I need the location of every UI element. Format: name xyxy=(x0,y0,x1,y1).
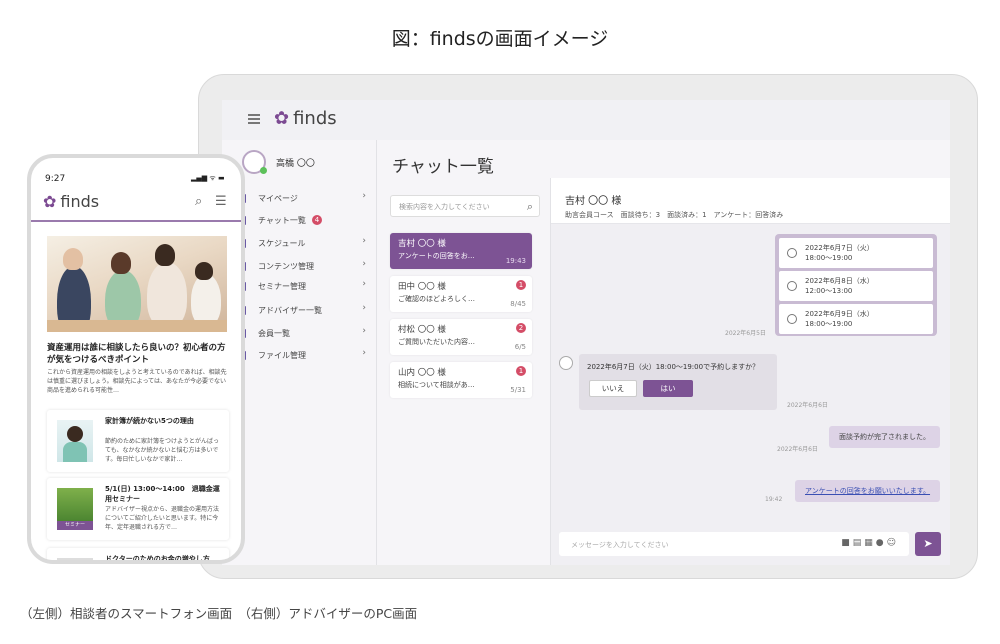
message-timestamp: 2022年6月6日 xyxy=(787,402,828,409)
article-card[interactable]: ドクターのためのお金の増やし方 xyxy=(47,548,229,563)
pc-screen: ✿ finds 高橋 〇〇 マイページ › チャット一覧 4 スケジュール › コンテ… xyxy=(222,100,950,565)
search-input[interactable]: 検索内容を入力してください ⌕ xyxy=(390,195,540,217)
radio-icon[interactable] xyxy=(787,281,797,291)
no-button[interactable]: いいえ xyxy=(589,380,637,397)
chat-partner-name: 吉村 〇〇 様 xyxy=(565,196,622,207)
article-card[interactable]: 家計簿が続かない5つの理由 節約のために家計簿をつけようとがんばっても、なかなか… xyxy=(47,410,229,472)
user-name: 高橋 〇〇 xyxy=(276,159,315,169)
finds-logo-icon: ✿ xyxy=(43,192,57,211)
sidebar-item-files[interactable]: ファイル管理 › xyxy=(236,344,366,366)
person-figure xyxy=(195,262,213,280)
person-figure xyxy=(111,252,131,274)
article-title[interactable]: 資産運用は誰に相談したら良いの？初心者の方が気をつけるべきポイント xyxy=(47,342,229,366)
card-thumbnail xyxy=(57,420,93,462)
card-title: 家計簿が続かない5つの理由 xyxy=(105,417,194,425)
finds-logo-icon: ✿ xyxy=(274,108,290,129)
chevron-right-icon: › xyxy=(362,259,366,269)
person-figure xyxy=(155,244,175,266)
avatar[interactable] xyxy=(242,150,267,174)
card-thumbnail: セミナー xyxy=(57,488,93,530)
article-card[interactable]: セミナー 5/1(日) 13:00〜14:00 退職金運用セミナー アドバイザー… xyxy=(47,478,229,540)
table xyxy=(47,320,227,332)
chevron-right-icon: › xyxy=(362,303,366,313)
person-figure xyxy=(63,248,83,270)
status-time: 9:27 xyxy=(45,174,66,184)
page-title: チャット一覧 xyxy=(392,157,494,177)
chat-list-item[interactable]: 吉村 〇〇 様 アンケートの回答をお… 19:43 xyxy=(390,233,532,269)
sidebar-item-mypage[interactable]: マイページ › xyxy=(236,187,366,209)
logo[interactable]: ✿ finds xyxy=(43,192,99,211)
status-icons: ▂▄▆ ᯤ ▬ xyxy=(191,174,225,182)
sidebar-item-chat[interactable]: チャット一覧 4 xyxy=(236,209,366,231)
person-figure xyxy=(147,262,187,328)
unread-count-badge: 1 xyxy=(516,280,526,290)
sidebar-item-seminar[interactable]: セミナー管理 › xyxy=(236,275,366,297)
document-icon[interactable]: ▤ xyxy=(853,538,865,548)
sidebar-item-schedule[interactable]: スケジュール › xyxy=(236,232,366,254)
sidebar: 高橋 〇〇 マイページ › チャット一覧 4 スケジュール › コンテンツ管理 › セミ… xyxy=(222,140,377,565)
chevron-right-icon: › xyxy=(362,279,366,289)
chat-pane: 吉村 〇〇 様 助言会員コース 面談待ち：3 面談済み：1 アンケート：回答済み… xyxy=(550,178,950,565)
menu-icon[interactable]: ☰ xyxy=(215,194,227,209)
radio-icon[interactable] xyxy=(787,314,797,324)
send-button[interactable]: ➤ xyxy=(915,532,941,556)
chat-list-item[interactable]: 村松 〇〇 様 ご質問いただいた内容… 2 6/5 xyxy=(390,319,532,355)
sidebar-item-members[interactable]: 会員一覧 › xyxy=(236,322,366,344)
unread-count-badge: 2 xyxy=(516,323,526,333)
card-body: アドバイザー視点から、退職金の運用方法についてご紹介したいと思います。特に今年、… xyxy=(105,506,220,531)
folder-icon[interactable]: ■ xyxy=(841,538,853,548)
message-timestamp: 19:42 xyxy=(765,496,783,503)
check-icon[interactable]: ● xyxy=(876,538,887,548)
chevron-right-icon: › xyxy=(362,348,366,358)
chevron-right-icon: › xyxy=(362,236,366,246)
menu-icon[interactable] xyxy=(248,114,260,124)
phone-frame: 9:27 ▂▄▆ ᯤ ▬ ✿ finds ⌕ ☰ 資産運用は誰に相談したら良いの… xyxy=(27,154,245,564)
person-figure xyxy=(67,426,83,442)
figure-caption: （左側）相談者のスマートフォン画面 （右側）アドバイザーのPC画面 xyxy=(20,606,418,621)
figure-title: 図：findsの画面イメージ xyxy=(391,28,609,50)
partner-avatar xyxy=(559,356,573,370)
radio-icon[interactable] xyxy=(787,248,797,258)
chat-partner-detail: 助言会員コース 面談待ち：3 面談済み：1 アンケート：回答済み xyxy=(565,211,784,219)
article-body: これから資産運用の相談をしようと考えているのであれば、相談先は慎重に選びましょう… xyxy=(47,369,227,394)
card-thumbnail xyxy=(57,558,93,560)
unread-count-badge: 1 xyxy=(516,366,526,376)
search-icon[interactable]: ⌕ xyxy=(527,200,533,214)
phone-header: ✿ finds ⌕ ☰ xyxy=(31,188,241,222)
attachment-toolbar: ■▤▦●☺ xyxy=(841,538,899,548)
confirm-message: 面談予約が完了されました。 xyxy=(829,426,940,448)
search-icon[interactable]: ⌕ xyxy=(195,194,202,209)
card-title: 5/1(日) 13:00〜14:00 退職金運用セミナー xyxy=(105,485,220,503)
person-figure xyxy=(191,274,221,326)
unread-badge: 4 xyxy=(311,215,322,225)
sidebar-item-advisors[interactable]: アドバイザー一覧 › xyxy=(236,299,366,321)
schedule-option[interactable]: 2022年6月8日（水） 12:00〜13:00 xyxy=(779,271,933,301)
logo[interactable]: ✿ finds xyxy=(274,108,337,129)
article-image[interactable] xyxy=(47,236,227,332)
chevron-right-icon: › xyxy=(362,326,366,336)
chat-list-pane: チャット一覧 検索内容を入力してください ⌕ 吉村 〇〇 様 アンケートの回答を… xyxy=(378,140,550,565)
booking-question-message: 2022年6月7日（火）18:00〜19:00で予約しますか？ いいえ はい xyxy=(579,354,777,410)
chevron-right-icon: › xyxy=(362,191,366,201)
emoji-icon[interactable]: ☺ xyxy=(887,538,899,548)
top-bar: ✿ finds xyxy=(222,100,950,140)
thumbnail-label: セミナー xyxy=(57,521,93,530)
schedule-option[interactable]: 2022年6月9日（水） 18:00〜19:00 xyxy=(779,304,933,334)
chat-header: 吉村 〇〇 様 助言会員コース 面談待ち：3 面談済み：1 アンケート：回答済み xyxy=(551,178,950,224)
survey-link[interactable]: アンケートの回答をお願いいたします。 xyxy=(795,480,941,502)
calendar-icon[interactable]: ▦ xyxy=(864,538,876,548)
chat-list-item[interactable]: 山内 〇〇 様 相続について相談があ… 1 5/31 xyxy=(390,362,532,398)
message-input[interactable]: メッセージを入力してください ■▤▦●☺ xyxy=(559,532,909,556)
schedule-options: 2022年6月7日（火） 18:00〜19:00 2022年6月8日（水） 12:0… xyxy=(775,234,937,336)
chat-list-item[interactable]: 田中 〇〇 様 ご確認のほどよろしく… 1 8/45 xyxy=(390,276,532,312)
person-figure xyxy=(63,442,87,462)
message-timestamp: 2022年6月6日 xyxy=(777,446,818,453)
message-timestamp: 2022年6月5日 xyxy=(725,330,766,337)
card-title: ドクターのためのお金の増やし方 xyxy=(105,555,210,563)
schedule-option[interactable]: 2022年6月7日（火） 18:00〜19:00 xyxy=(779,238,933,268)
sidebar-item-content[interactable]: コンテンツ管理 › xyxy=(236,255,366,277)
yes-button[interactable]: はい xyxy=(643,380,693,397)
card-body: 節約のために家計簿をつけようとがんばっても、なかなか続かないと悩む方は多いです。… xyxy=(105,438,220,463)
